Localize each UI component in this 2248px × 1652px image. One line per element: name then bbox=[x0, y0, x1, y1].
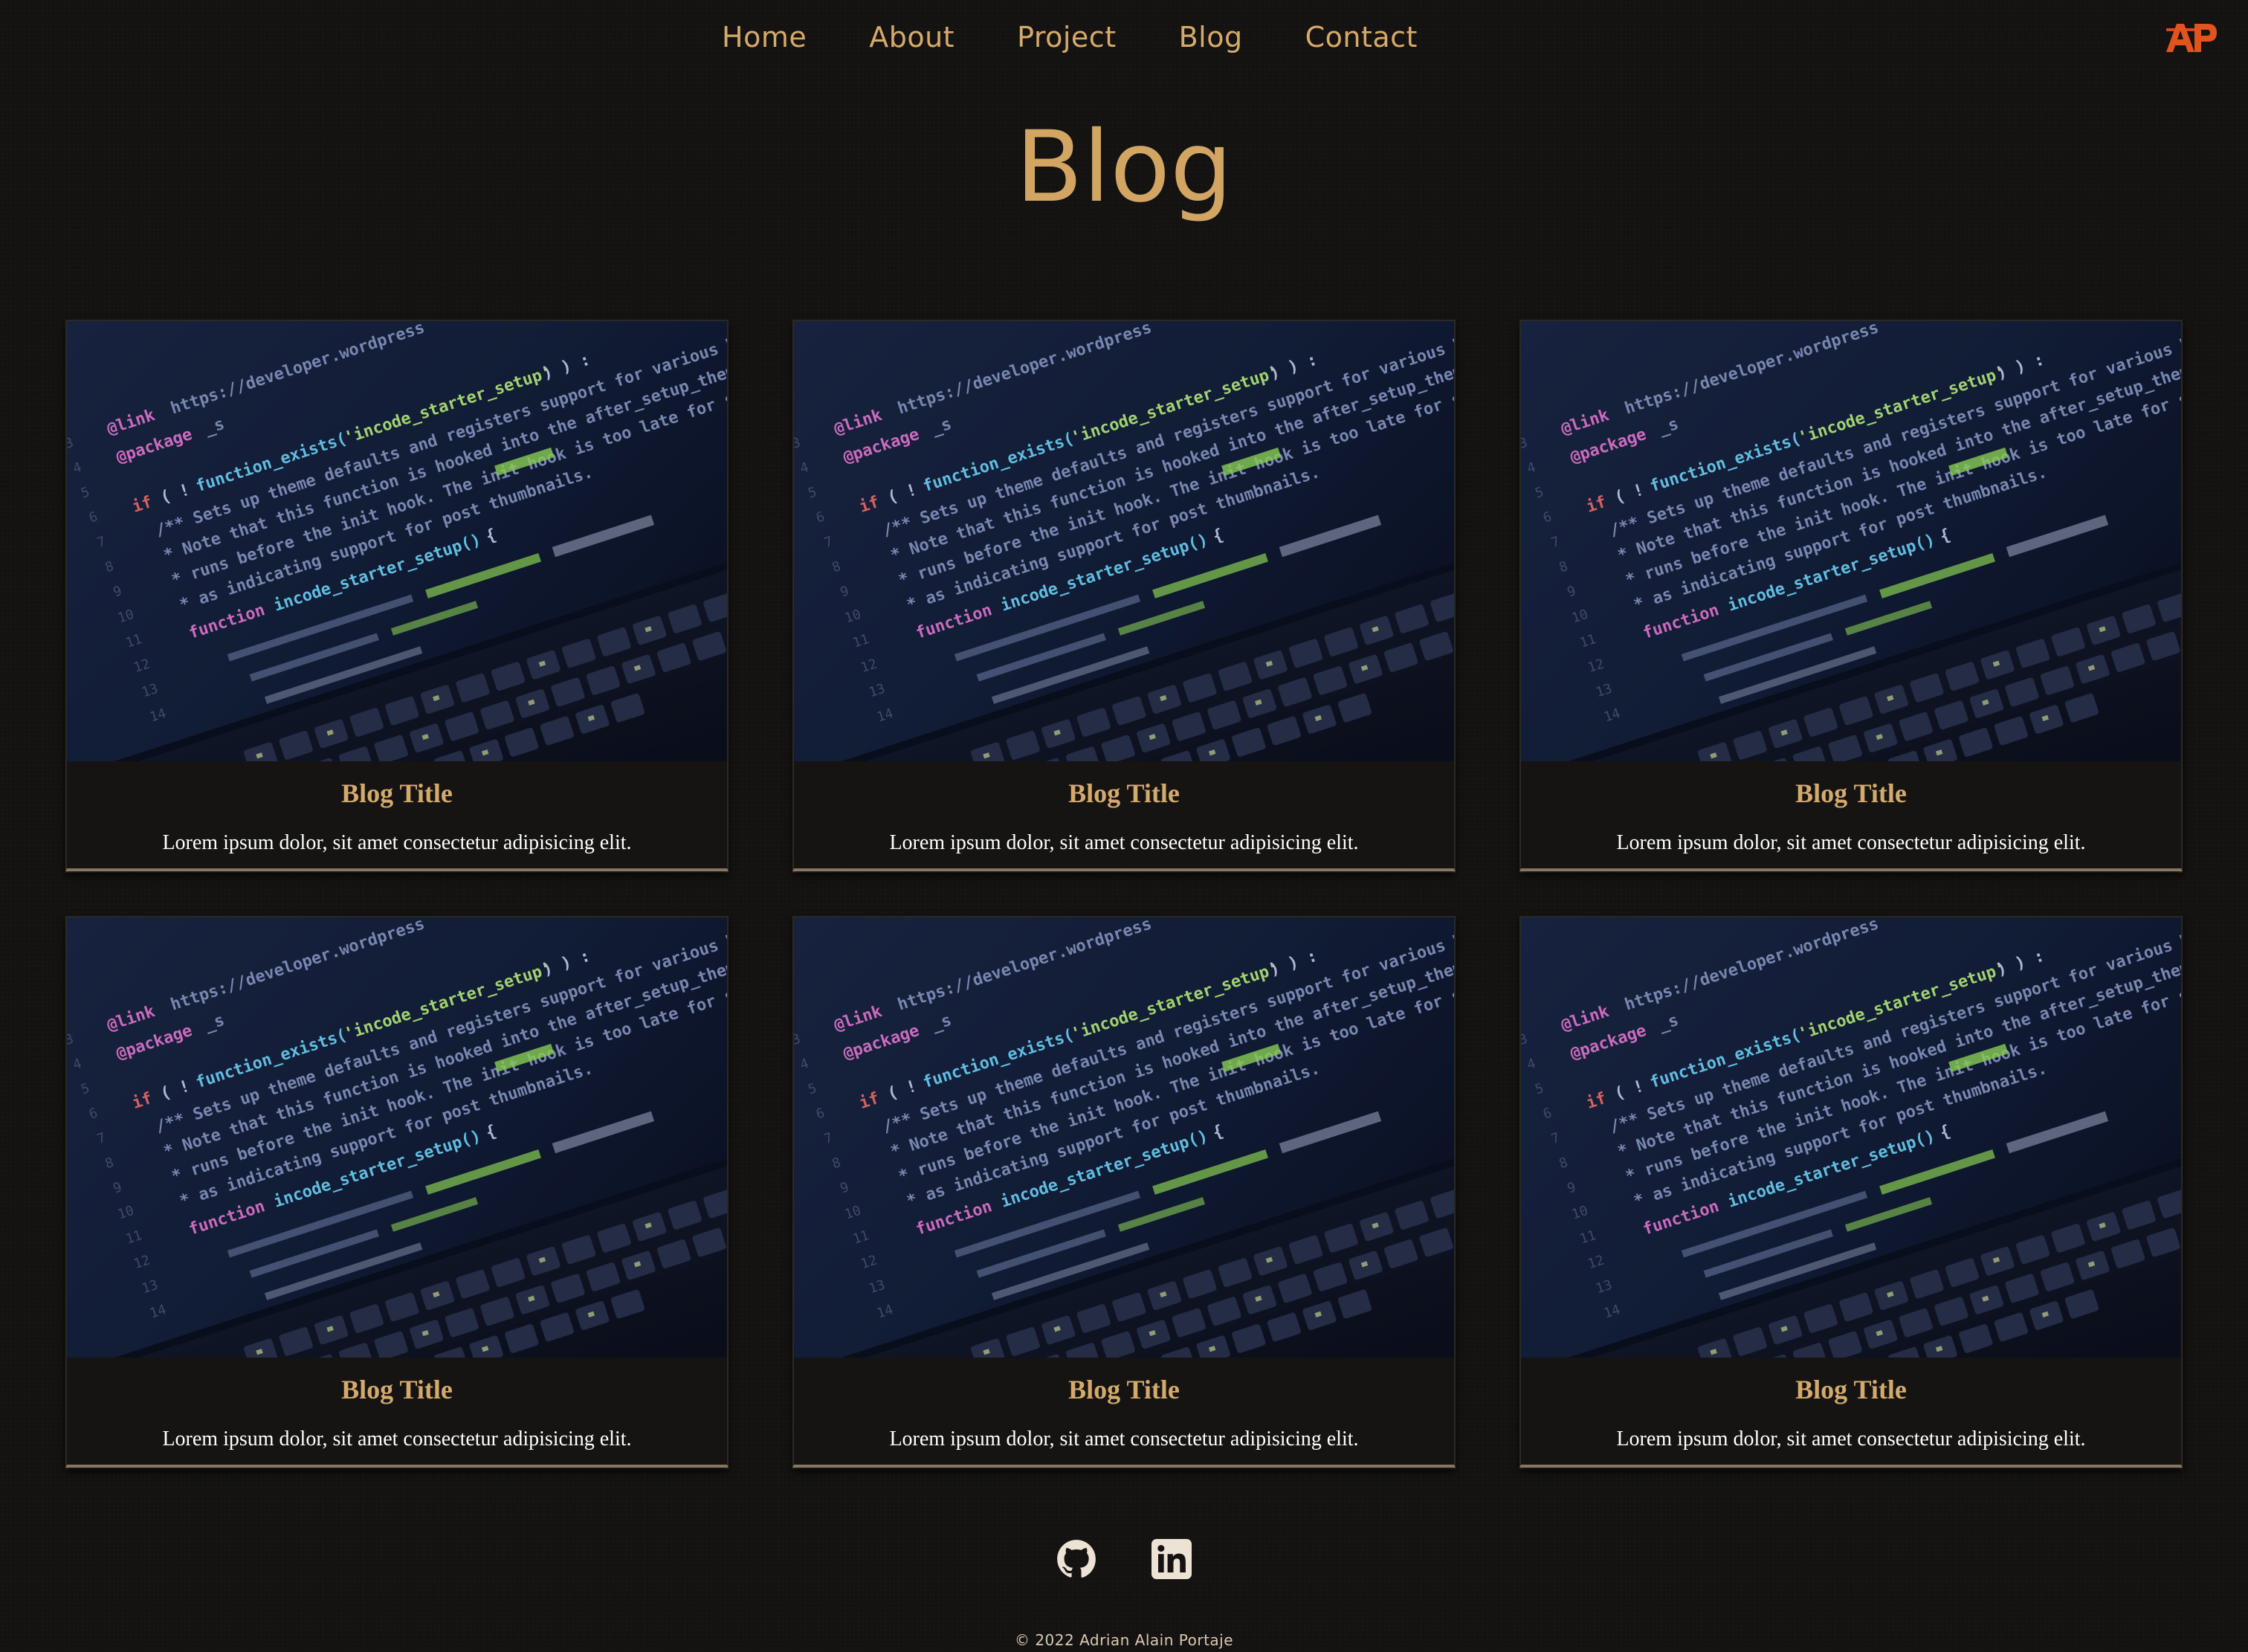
blog-card-title: Blog Title bbox=[1795, 1375, 1907, 1404]
ap-logo-icon[interactable] bbox=[2165, 19, 2218, 55]
blog-card-excerpt: Lorem ipsum dolor, sit amet consectetur … bbox=[889, 831, 1359, 854]
page-title: Blog bbox=[1015, 110, 1233, 225]
nav-home-link[interactable]: Home bbox=[722, 21, 807, 54]
blog-card-image bbox=[67, 917, 727, 1358]
blog-card-excerpt: Lorem ipsum dolor, sit amet consectetur … bbox=[162, 831, 632, 854]
blog-card-title: Blog Title bbox=[341, 778, 453, 808]
blog-card[interactable]: Blog Title Lorem ipsum dolor, sit amet c… bbox=[1519, 916, 2183, 1468]
blog-card-title: Blog Title bbox=[1795, 778, 1907, 808]
social-links bbox=[0, 1539, 2248, 1579]
nav-contact-link[interactable]: Contact bbox=[1305, 21, 1418, 54]
blog-card[interactable]: Blog Title Lorem ipsum dolor, sit amet c… bbox=[1519, 320, 2183, 871]
blog-card[interactable]: Blog Title Lorem ipsum dolor, sit amet c… bbox=[792, 320, 1456, 871]
blog-card[interactable]: Blog Title Lorem ipsum dolor, sit amet c… bbox=[792, 916, 1456, 1468]
blog-card[interactable]: Blog Title Lorem ipsum dolor, sit amet c… bbox=[65, 320, 729, 871]
blog-grid: Blog Title Lorem ipsum dolor, sit amet c… bbox=[65, 320, 2183, 1468]
blog-card-excerpt: Lorem ipsum dolor, sit amet consectetur … bbox=[1616, 831, 2086, 854]
nav-links: Home About Project Blog Contact bbox=[722, 13, 1418, 61]
blog-card-image bbox=[1521, 917, 2181, 1358]
blog-card-title: Blog Title bbox=[1068, 778, 1180, 808]
nav-project-link[interactable]: Project bbox=[1017, 21, 1117, 54]
github-icon[interactable] bbox=[1056, 1539, 1096, 1579]
blog-card-image bbox=[794, 917, 1454, 1358]
blog-card-image bbox=[1521, 321, 2181, 761]
blog-card-title: Blog Title bbox=[341, 1375, 453, 1404]
blog-card-excerpt: Lorem ipsum dolor, sit amet consectetur … bbox=[889, 1427, 1359, 1451]
blog-card-excerpt: Lorem ipsum dolor, sit amet consectetur … bbox=[1616, 1427, 2086, 1451]
linkedin-icon[interactable] bbox=[1152, 1539, 1192, 1579]
blog-card-image bbox=[794, 321, 1454, 761]
nav-blog-link[interactable]: Blog bbox=[1179, 21, 1243, 54]
blog-card-excerpt: Lorem ipsum dolor, sit amet consectetur … bbox=[162, 1427, 632, 1451]
blog-card-image bbox=[67, 321, 727, 761]
footer-copyright: © 2022 Adrian Alain Portaje bbox=[1014, 1631, 1234, 1649]
blog-card-title: Blog Title bbox=[1068, 1375, 1180, 1404]
nav-about-link[interactable]: About bbox=[869, 21, 955, 54]
blog-card[interactable]: Blog Title Lorem ipsum dolor, sit amet c… bbox=[65, 916, 729, 1468]
top-nav: Home About Project Blog Contact bbox=[0, 13, 2248, 61]
